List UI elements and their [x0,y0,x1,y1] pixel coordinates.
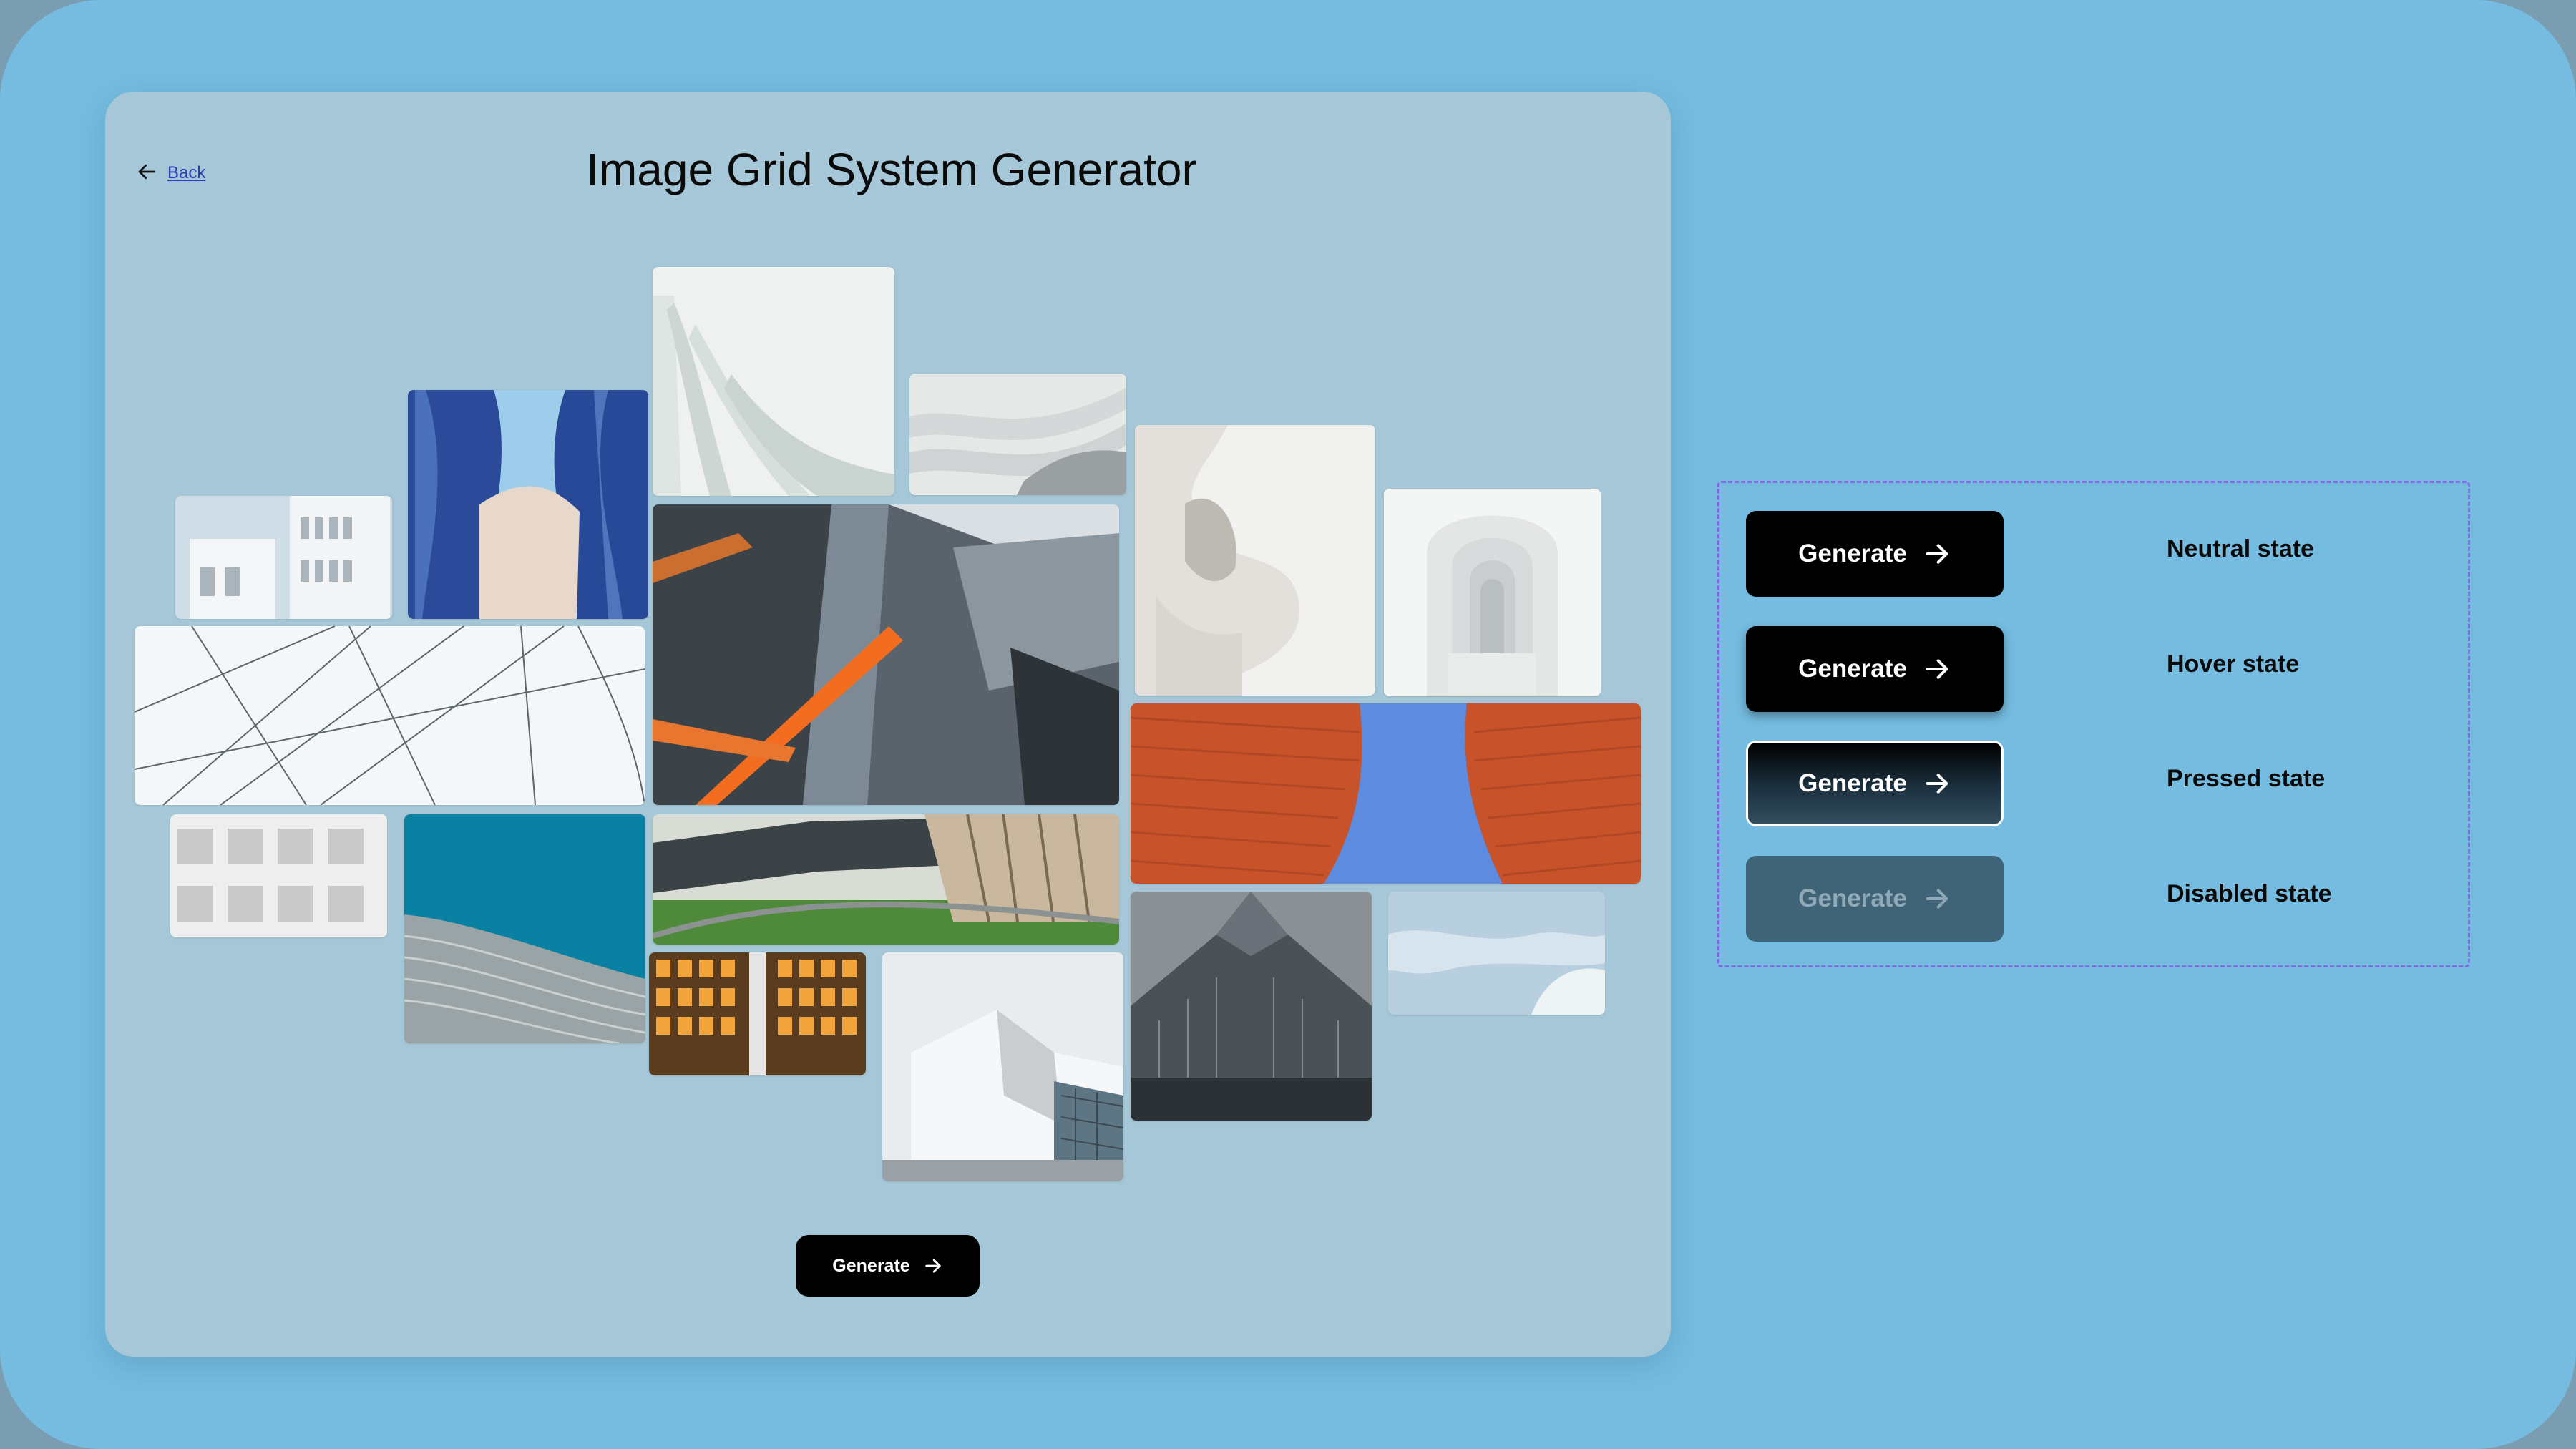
arrow-right-icon [1923,655,1951,683]
image-tile [135,626,645,805]
image-tile [1388,892,1605,1015]
state-label-neutral: Neutral state [2167,535,2314,562]
image-tile [909,374,1126,495]
generate-button-neutral[interactable]: Generate [1746,511,2004,597]
generate-label: Generate [1798,655,1907,683]
page-title: Image Grid System Generator [586,144,1197,195]
image-tile [170,814,387,937]
generate-label: Generate [832,1255,910,1276]
image-tile [1131,703,1641,884]
image-tile [653,504,1119,805]
image-tile [649,952,866,1075]
image-tile [1135,425,1375,696]
image-tile [404,814,645,1043]
arrow-right-icon [1923,769,1951,798]
generate-button-hover[interactable]: Generate [1746,626,2004,712]
image-tile [1131,892,1372,1121]
generate-button[interactable]: Generate [796,1235,980,1297]
generate-label: Generate [1798,540,1907,567]
image-tile [882,952,1123,1181]
generate-label: Generate [1798,884,1907,912]
image-tile [175,496,392,619]
arrow-right-icon [1923,884,1951,913]
arrow-right-icon [923,1256,943,1276]
state-label-pressed: Pressed state [2167,765,2326,792]
generate-button-pressed[interactable]: Generate [1746,741,2004,826]
image-tile [408,390,648,619]
generate-button-disabled: Generate [1746,856,2004,942]
generate-label: Generate [1798,769,1907,797]
arrow-right-icon [1923,540,1951,568]
image-tile [653,267,894,496]
state-label-hover: Hover state [2167,650,2300,678]
image-tile [1384,489,1601,696]
state-label-disabled: Disabled state [2167,880,2332,907]
image-tile [653,814,1119,945]
